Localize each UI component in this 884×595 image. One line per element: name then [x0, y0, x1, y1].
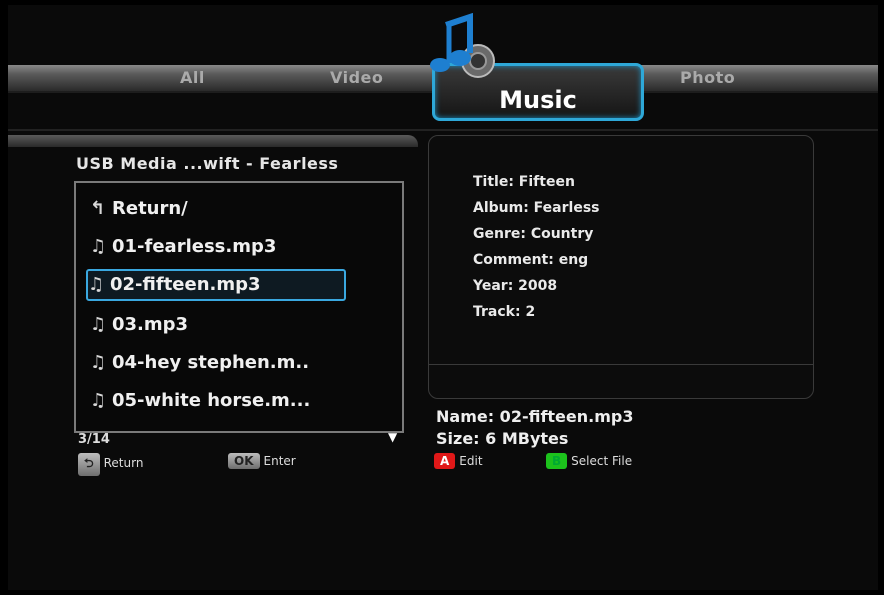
- music-note-icon: ♫: [90, 236, 107, 257]
- legend-enter-label: Enter: [263, 454, 296, 468]
- info-divider: [429, 364, 813, 365]
- track-genre: Genre: Country: [473, 226, 594, 242]
- file-list[interactable]: ↰ Return/ ♫ 01-fearless.mp3 ♫ 02-fifteen.mp…: [74, 181, 404, 433]
- list-item-label: 04-hey stephen.m..: [112, 352, 310, 373]
- list-item-label: 05-white horse.m...: [112, 390, 311, 411]
- legend-select-label: Select File: [571, 454, 633, 468]
- tab-photo[interactable]: Photo: [680, 65, 735, 91]
- b-key: B: [546, 453, 568, 469]
- list-item-label: Return/: [112, 198, 188, 219]
- tab-music-label: Music: [499, 86, 577, 114]
- list-item[interactable]: ♫ 03.mp3: [90, 311, 188, 339]
- list-item-return[interactable]: ↰ Return/: [90, 195, 188, 223]
- page-counter: 3/14: [78, 432, 110, 447]
- music-note-speaker-icon: [430, 13, 495, 78]
- legend-enter: OK Enter: [228, 453, 296, 469]
- list-item[interactable]: ♫ 04-hey stephen.m..: [90, 349, 309, 377]
- legend-edit: A Edit: [434, 453, 483, 469]
- file-size: Size: 6 MBytes: [436, 429, 569, 448]
- list-item-label: 01-fearless.mp3: [112, 236, 277, 257]
- return-arrow-icon: ↰: [90, 198, 106, 219]
- breadcrumb: USB Media ...wift - Fearless: [76, 154, 339, 173]
- list-item-label: 02-fifteen.mp3: [110, 274, 261, 295]
- tab-video[interactable]: Video: [330, 65, 383, 91]
- media-player-screen: All Video Photo Music USB Media ...wift …: [8, 5, 878, 590]
- legend-return: ⮌ Return: [78, 453, 143, 476]
- music-note-icon: ♫: [90, 314, 107, 335]
- music-note-icon: ♫: [90, 352, 107, 373]
- track-album: Album: Fearless: [473, 200, 600, 216]
- return-key-icon: ⮌: [78, 453, 100, 476]
- legend-return-label: Return: [103, 456, 144, 470]
- legend-edit-label: Edit: [459, 454, 483, 468]
- list-item[interactable]: ♫ 01-fearless.mp3: [90, 233, 276, 261]
- list-item-label: 03.mp3: [112, 314, 189, 335]
- a-key: A: [434, 453, 456, 469]
- track-number: Track: 2: [473, 304, 536, 320]
- scroll-down-icon[interactable]: ▼: [388, 430, 397, 444]
- music-note-icon: ♫: [90, 390, 107, 411]
- track-title: Title: Fifteen: [473, 174, 575, 190]
- legend-select: B Select File: [546, 453, 632, 469]
- music-note-icon: ♫: [88, 274, 105, 295]
- browser-panel-header: [8, 135, 418, 147]
- list-item[interactable]: ♫ 05-white horse.m...: [90, 387, 310, 415]
- track-info-panel: Title: Fifteen Album: Fearless Genre: Co…: [428, 135, 814, 399]
- track-year: Year: 2008: [473, 278, 558, 294]
- ok-key: OK: [228, 453, 260, 469]
- header-divider: [8, 129, 878, 131]
- file-name: Name: 02-fifteen.mp3: [436, 407, 634, 426]
- tab-all[interactable]: All: [180, 65, 205, 91]
- list-item-selected[interactable]: ♫ 02-fifteen.mp3: [86, 269, 346, 301]
- track-comment: Comment: eng: [473, 252, 589, 268]
